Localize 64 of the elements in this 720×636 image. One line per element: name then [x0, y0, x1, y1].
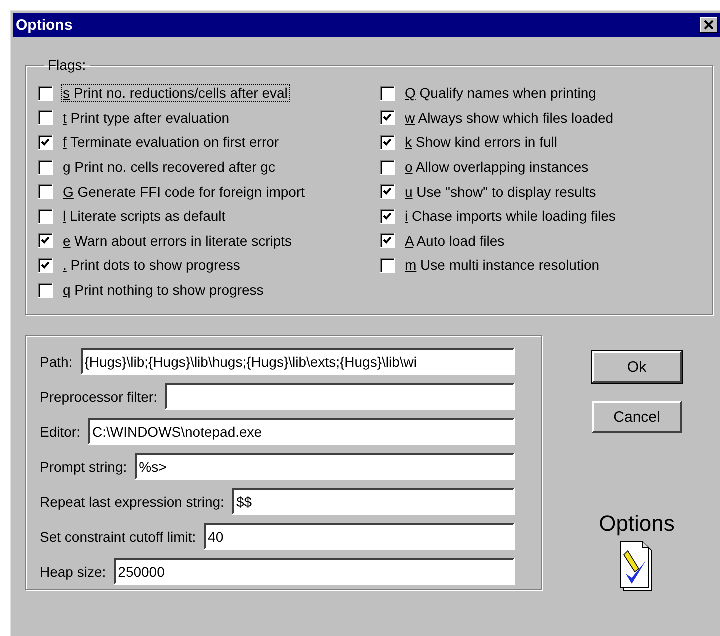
- field-label: Preprocessor filter:: [40, 388, 158, 404]
- checkbox-option[interactable]: o Allow overlapping instances: [380, 154, 618, 180]
- checkbox-option[interactable]: e Warn about errors in literate scripts: [38, 228, 380, 254]
- checkbox[interactable]: [380, 184, 395, 200]
- checkbox[interactable]: [380, 208, 395, 224]
- checkbox-option[interactable]: u Use "show" to display results: [380, 179, 618, 204]
- field-label: Set constraint cutoff limit:: [40, 528, 196, 544]
- dialog-button[interactable]: Cancel: [592, 401, 682, 433]
- checkbox[interactable]: [380, 110, 395, 126]
- input-field[interactable]: %s>: [135, 453, 515, 480]
- checkbox[interactable]: [380, 134, 395, 150]
- checkbox-option[interactable]: m Use multi instance resolution: [380, 253, 618, 278]
- check-icon: [383, 138, 392, 147]
- check-icon: [41, 236, 50, 246]
- input-field[interactable]: 40: [204, 523, 515, 550]
- checkbox-option[interactable]: k Show kind errors in full: [380, 130, 618, 155]
- checkbox[interactable]: [380, 258, 395, 273]
- window-title: Options: [16, 16, 73, 34]
- field-label: Repeat last expression string:: [40, 494, 224, 510]
- input-field[interactable]: 250000: [114, 558, 515, 585]
- group-title: Flags:: [47, 57, 88, 73]
- field-label: Prompt string:: [40, 458, 128, 474]
- close-button[interactable]: [700, 17, 718, 33]
- options-caption: Options: [599, 511, 675, 537]
- input-field[interactable]: C:\WINDOWS\notepad.exe: [88, 418, 515, 445]
- checkbox-option[interactable]: g Print no. cells recovered after gc: [38, 154, 380, 180]
- checkbox[interactable]: [380, 86, 395, 101]
- check-icon: [41, 138, 50, 147]
- check-icon: [383, 212, 392, 221]
- checkbox-option[interactable]: f Terminate evaluation on first error: [38, 130, 380, 155]
- checkbox[interactable]: [38, 258, 53, 273]
- checkbox[interactable]: [380, 233, 395, 248]
- checkbox[interactable]: [38, 282, 53, 298]
- dialog-button[interactable]: Ok: [592, 351, 682, 383]
- checkbox[interactable]: [38, 208, 53, 224]
- checkbox[interactable]: [38, 184, 53, 200]
- check-icon: [41, 260, 50, 270]
- checkbox-option[interactable]: . Print dots to show progress: [38, 253, 380, 278]
- close-icon: [704, 20, 714, 30]
- check-icon: [383, 236, 392, 246]
- input-field[interactable]: [165, 383, 515, 410]
- field-label: Editor:: [40, 424, 80, 440]
- checkbox[interactable]: [38, 86, 53, 101]
- checkbox-option[interactable]: w Always show which files loaded: [380, 106, 618, 130]
- checkbox-option[interactable]: A Auto load files: [380, 228, 618, 254]
- checkbox[interactable]: [380, 160, 395, 175]
- checkbox-option[interactable]: G Generate FFI code for foreign import: [38, 179, 380, 204]
- checkbox[interactable]: [38, 110, 53, 126]
- field-label: Path:: [40, 354, 73, 370]
- field-label: Heap size:: [40, 564, 106, 580]
- input-field[interactable]: $$: [232, 488, 515, 515]
- checkbox-option[interactable]: Q Qualify names when printing: [380, 81, 618, 106]
- checkbox-option[interactable]: t Print type after evaluation: [38, 106, 380, 130]
- check-icon: [383, 113, 392, 122]
- checkbox[interactable]: [38, 134, 53, 150]
- checkbox-option[interactable]: q Print nothing to show progress: [38, 278, 380, 302]
- checkbox[interactable]: [38, 160, 53, 175]
- document-check-icon: [620, 541, 654, 593]
- checkbox-option[interactable]: s Print no. reductions/cells after eval: [38, 81, 380, 106]
- input-field[interactable]: {Hugs}\lib;{Hugs}\lib\hugs;{Hugs}\lib\exts;{Hugs}\lib\wi: [80, 348, 515, 375]
- checkbox-option[interactable]: i Chase imports while loading files: [380, 204, 618, 229]
- check-icon: [383, 187, 392, 196]
- checkbox[interactable]: [38, 233, 53, 248]
- checkbox-option[interactable]: l Literate scripts as default: [38, 204, 380, 229]
